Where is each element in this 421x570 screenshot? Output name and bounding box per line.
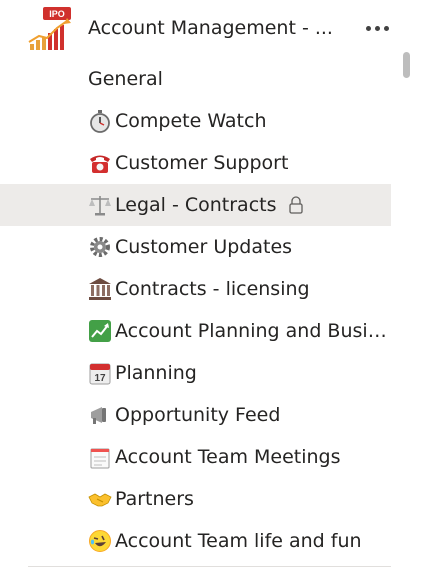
channel-item-customer-updates[interactable]: Customer Updates [0,226,391,268]
classical-building-icon [89,278,111,300]
team-header[interactable]: IPO Account Management - ... [0,0,421,58]
channel-item-customer-support[interactable]: Customer Support [0,142,391,184]
channel-label: Legal - Contracts [115,194,277,216]
channel-item-account-team-life[interactable]: Account Team life and fun [0,520,391,562]
spiral-notepad-icon [90,448,110,469]
channel-label: Contracts - licensing [115,278,310,300]
channel-item-opportunity-feed[interactable]: Opportunity Feed [0,394,391,436]
team-name[interactable]: Account Management - ... [88,15,333,41]
team-logo-icon: IPO [28,7,71,50]
handshake-icon [88,493,112,507]
megaphone-icon [91,407,106,424]
dot-icon [365,25,371,31]
channel-item-account-planning[interactable]: Account Planning and Busin... [0,310,391,352]
channel-item-general[interactable]: General [0,58,391,100]
channel-item-planning[interactable]: 17 Planning [0,352,391,394]
svg-text:IPO: IPO [49,9,65,19]
calendar-icon: 17 [89,363,111,385]
telephone-icon [90,155,110,173]
channel-list: General Compete Watch Customer Support L… [0,58,391,562]
channel-label: Account Team Meetings [115,446,341,468]
channel-label: Customer Support [115,152,289,174]
channel-item-account-team-meetings[interactable]: Account Team Meetings [0,436,391,478]
dot-icon [374,25,380,31]
channel-label: Account Team life and fun [115,530,362,552]
scrollbar[interactable] [399,46,413,566]
channel-item-partners[interactable]: Partners [0,478,391,520]
scrollbar-thumb[interactable] [403,52,410,78]
scales-icon [89,196,111,216]
stopwatch-icon [90,110,110,133]
channel-label: Planning [115,362,197,384]
lock-icon [289,196,303,214]
divider [28,566,391,567]
channel-panel: IPO Account Management - ... General Com… [0,0,421,570]
channel-label: Partners [115,488,194,510]
gear-icon [90,237,110,257]
svg-text:17: 17 [94,373,106,384]
chart-increasing-icon [89,320,111,342]
channel-item-contracts-licensing[interactable]: Contracts - licensing [0,268,391,310]
dot-icon [383,25,389,31]
channel-label: Customer Updates [115,236,293,258]
channel-label: General [88,68,163,90]
rolling-laughing-icon [89,530,111,552]
more-options-button[interactable] [360,14,394,42]
channel-item-compete-watch[interactable]: Compete Watch [0,100,391,142]
channel-item-legal-contracts[interactable]: Legal - Contracts [0,184,391,226]
channel-label: Opportunity Feed [115,404,281,426]
channel-label: Compete Watch [115,110,267,132]
channel-label: Account Planning and Busin... [115,320,391,342]
